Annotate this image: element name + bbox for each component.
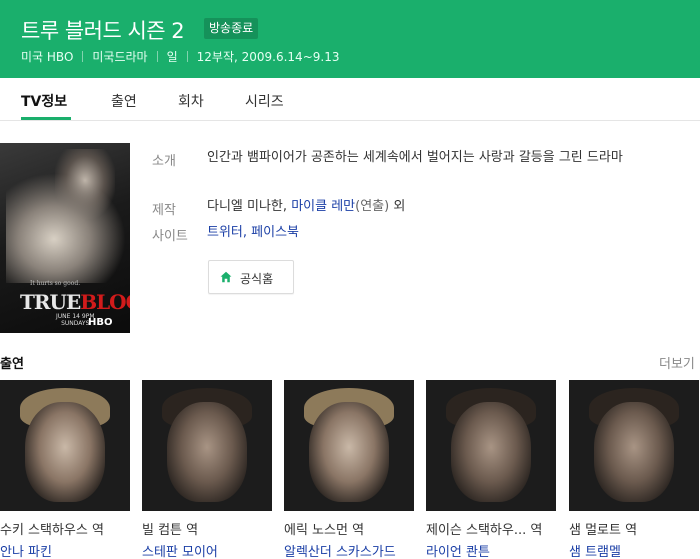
production-separator: , bbox=[282, 199, 288, 214]
meta-divider bbox=[156, 51, 158, 62]
cast-photo[interactable] bbox=[142, 380, 272, 511]
program-poster[interactable]: It hurts so good. TRUEBLOOD JUNE 14 9PMS… bbox=[0, 143, 130, 333]
tab-series[interactable]: 시리즈 bbox=[245, 91, 284, 111]
tab-bar: TV정보 출연 회차 시리즈 bbox=[0, 78, 700, 121]
poster-tagline: It hurts so good. bbox=[30, 280, 81, 287]
cast-photo-face bbox=[594, 402, 674, 502]
cast-photo-face bbox=[309, 402, 389, 502]
cast-photo[interactable] bbox=[426, 380, 556, 511]
cast-photo-face bbox=[451, 402, 531, 502]
director-link[interactable]: 마이클 레만 bbox=[291, 199, 355, 214]
intro-label: 소개 bbox=[152, 154, 176, 169]
site-label: 사이트 bbox=[152, 229, 188, 244]
production-label: 제작 bbox=[152, 203, 176, 218]
cast-role: 제이슨 스택하우... 역 bbox=[426, 523, 543, 538]
official-home-button[interactable]: 공식홈 bbox=[208, 260, 294, 294]
site-separator: , bbox=[242, 225, 248, 240]
twitter-link[interactable]: 트위터 bbox=[207, 225, 243, 240]
production-etc: 외 bbox=[393, 199, 406, 214]
program-meta: 미국 HBO 미국드라마 일 12부작, 2009.6.14~9.13 bbox=[21, 48, 339, 65]
home-icon bbox=[220, 271, 232, 283]
cast-actor-link[interactable]: 스테판 모이어 bbox=[142, 541, 218, 559]
meta-genre: 미국드라마 bbox=[92, 50, 148, 64]
poster-logo-true: TRUE bbox=[20, 290, 81, 314]
tab-episodes[interactable]: 회차 bbox=[178, 91, 204, 111]
poster-network-logo: HBO bbox=[88, 317, 113, 328]
cast-actor-link[interactable]: 라이언 콴튼 bbox=[426, 541, 490, 559]
tab-tv-info[interactable]: TV정보 bbox=[21, 91, 67, 111]
production-value: 다니엘 미나한, 마이클 레만(연출) 외 bbox=[207, 196, 677, 218]
site-value: 트위터, 페이스북 bbox=[207, 222, 677, 244]
cast-role: 빌 컴튼 역 bbox=[142, 523, 199, 538]
cast-photo-face bbox=[25, 402, 105, 502]
status-badge: 방송종료 bbox=[204, 18, 259, 39]
meta-episodes: 12부작, 2009.6.14~9.13 bbox=[196, 50, 340, 64]
cast-photo[interactable] bbox=[569, 380, 699, 511]
director-role: (연출) bbox=[355, 199, 390, 214]
active-tab-indicator bbox=[21, 117, 71, 120]
cast-actor-link[interactable]: 알렉산더 스카스가드 bbox=[284, 541, 396, 559]
cast-actor-link[interactable]: 안나 파킨 bbox=[0, 541, 52, 559]
poster-figure-woman bbox=[6, 173, 126, 283]
intro-text: 인간과 뱀파이어가 공존하는 세계속에서 벌어지는 사랑과 갈등을 그린 드라마 bbox=[207, 150, 623, 165]
program-header: 트루 블러드 시즌 2 방송종료 미국 HBO 미국드라마 일 12부작, 2009.… bbox=[0, 0, 700, 78]
cast-role: 수키 스택하우스 역 bbox=[0, 523, 104, 538]
cast-photo[interactable] bbox=[0, 380, 130, 511]
poster-logo: TRUEBLOOD bbox=[20, 290, 130, 314]
cast-actor-link[interactable]: 샘 트램멜 bbox=[569, 541, 621, 559]
poster-logo-blood: BLOOD bbox=[80, 290, 130, 314]
cast-role: 에릭 노스먼 역 bbox=[284, 523, 365, 538]
meta-day: 일 bbox=[166, 50, 178, 64]
facebook-link[interactable]: 페이스북 bbox=[251, 225, 299, 240]
official-home-label: 공식홈 bbox=[240, 272, 274, 286]
program-title: 트루 블러드 시즌 2 bbox=[21, 19, 185, 43]
meta-divider bbox=[82, 51, 84, 62]
cast-photo-face bbox=[167, 402, 247, 502]
production-person: 다니엘 미나한 bbox=[207, 199, 283, 214]
cast-photo[interactable] bbox=[284, 380, 414, 511]
meta-network: 미국 HBO bbox=[21, 50, 74, 64]
cast-section-title: 출연 bbox=[0, 357, 24, 372]
tab-cast[interactable]: 출연 bbox=[111, 91, 137, 111]
cast-more-link[interactable]: 더보기 bbox=[659, 353, 695, 372]
cast-role: 샘 멀로트 역 bbox=[569, 523, 638, 538]
meta-divider bbox=[186, 51, 188, 62]
